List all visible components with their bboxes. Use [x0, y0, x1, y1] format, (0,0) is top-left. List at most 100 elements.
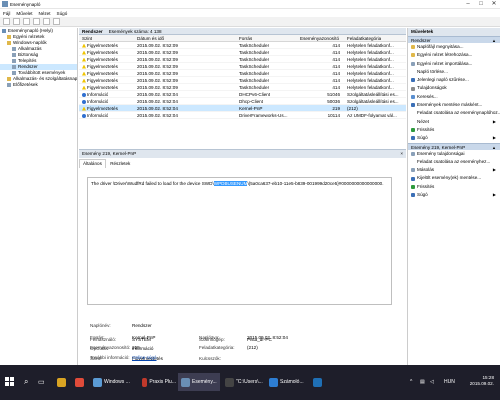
action-item[interactable]: Feladat csatolása az eseményhez...: [408, 158, 500, 166]
maximize-icon[interactable]: □: [475, 0, 487, 8]
forward-icon[interactable]: [13, 18, 20, 25]
cell-source: TaskScheduler: [239, 78, 270, 83]
tree-node-icon: [7, 77, 11, 81]
event-message[interactable]: The driver \Driver\WudfRd failed to load…: [87, 177, 392, 305]
message-text-start: The driver \Driver\WudfRd failed to load…: [91, 181, 214, 186]
warning-icon: [82, 71, 86, 76]
action-item[interactable]: Keresés...: [408, 93, 500, 101]
actions-group-log[interactable]: Rendszer ▲: [408, 36, 500, 43]
tree-node[interactable]: Előfizetések: [0, 82, 77, 88]
col-event-id[interactable]: Eseményazonosító: [300, 35, 339, 42]
action-item[interactable]: Másolás ▶: [408, 166, 500, 174]
opcode-label: OpCode:: [90, 346, 109, 351]
action-item[interactable]: Napló törlése...: [408, 68, 500, 76]
network-icon[interactable]: ▤: [420, 373, 425, 391]
input-language[interactable]: HUN: [444, 373, 455, 391]
table-row[interactable]: Információ 2015.09.02. 8:52:04 DHCPv6-Clie…: [79, 91, 406, 98]
menu-view[interactable]: Nézet: [39, 11, 51, 16]
action-item[interactable]: Naplófájl megnyitása...: [408, 43, 500, 51]
taskbar-app[interactable]: Számoló...: [266, 373, 308, 391]
table-row[interactable]: Figyelmeztetés 2015.09.02. 8:52:09 TaskSch…: [79, 42, 406, 49]
cell-id: 219: [332, 106, 340, 111]
action-item[interactable]: Feladat csatolása az eseménynaplóhoz...: [408, 109, 500, 117]
action-icon: [411, 160, 415, 164]
action-item[interactable]: Kijelölt esemény(ek) mentése...: [408, 174, 500, 182]
table-row[interactable]: Információ 2015.09.02. 8:52:04 Dhcp-Client…: [79, 98, 406, 105]
col-level[interactable]: Szint: [82, 35, 92, 42]
tray-arrow-icon[interactable]: ^: [410, 373, 412, 391]
action-label: Naplófájl megnyitása...: [417, 44, 464, 49]
action-item[interactable]: Egyéni nézet létrehozása...: [408, 51, 500, 59]
taskbar-app-label: Esemény...: [192, 379, 217, 385]
action-item[interactable]: Súgó ▶: [408, 191, 500, 199]
table-row[interactable]: Figyelmeztetés 2015.09.02. 8:52:09 TaskSch…: [79, 56, 406, 63]
menu-help[interactable]: Súgó: [57, 11, 68, 16]
action-item[interactable]: Frissítés: [408, 183, 500, 191]
cell-level: Figyelmeztetés: [82, 63, 118, 70]
cell-id: 414: [332, 50, 340, 55]
table-row[interactable]: Figyelmeztetés 2015.09.02. 8:52:09 TaskSch…: [79, 70, 406, 77]
action-item[interactable]: Tulajdonságok: [408, 84, 500, 92]
action-icon: [411, 53, 415, 58]
console-tree-icon[interactable]: [33, 18, 40, 25]
cell-level: Információ: [82, 112, 108, 119]
col-source[interactable]: Forrás: [239, 35, 252, 42]
help-icon[interactable]: [43, 18, 50, 25]
level-text: Figyelmeztetés: [87, 71, 118, 76]
taskbar-app[interactable]: [72, 373, 88, 391]
online-help-link[interactable]: Online súgó: [132, 355, 157, 360]
start-button[interactable]: [5, 377, 15, 387]
action-label: Események mentése másként...: [417, 102, 483, 108]
col-date[interactable]: Dátum és idő: [137, 35, 164, 42]
volume-icon[interactable]: ◁: [430, 373, 434, 391]
menu-file[interactable]: Fájl: [3, 11, 10, 16]
taskbar-app[interactable]: Windows ...: [90, 373, 137, 391]
action-item[interactable]: Egyéni nézet importálása...: [408, 60, 500, 68]
cell-date: 2015.09.02. 8:52:09: [137, 57, 178, 62]
cell-id: 414: [332, 43, 340, 48]
col-task-category[interactable]: Feladatkategória: [347, 35, 381, 42]
taskbar: ⌕ ▭ Windows ... Praxis Plu... Esemény... "C…: [0, 365, 500, 400]
taskbar-app[interactable]: [54, 373, 70, 391]
table-row[interactable]: Figyelmeztetés 2015.09.02. 8:52:04 Kernel-…: [79, 105, 406, 112]
clock[interactable]: 15:28 2015.09.02.: [470, 375, 494, 387]
cell-source: TaskScheduler: [239, 50, 270, 55]
table-row[interactable]: Információ 2015.09.02. 8:52:04 DriverFrame…: [79, 112, 406, 119]
taskbar-app[interactable]: Esemény...: [178, 373, 220, 391]
action-item[interactable]: Esemény tulajdonságai: [408, 150, 500, 158]
properties-icon[interactable]: [53, 18, 60, 25]
table-row[interactable]: Figyelmeztetés 2015.09.02. 8:52:09 TaskSch…: [79, 77, 406, 84]
minimize-icon[interactable]: –: [462, 0, 474, 8]
cell-date: 2015.09.02. 8:52:09: [137, 78, 178, 83]
cell-task: Szolgáltatásleállítási es...: [347, 92, 399, 97]
action-icon: [411, 119, 415, 124]
cell-level: Információ: [82, 91, 108, 98]
message-selection: WPDBUSENUM: [213, 181, 248, 186]
level-text: Figyelmeztetés: [87, 106, 118, 111]
action-item[interactable]: Frissítés: [408, 126, 500, 134]
level-text: Figyelmeztetés: [87, 50, 118, 55]
action-item[interactable]: Események mentése másként...: [408, 101, 500, 109]
app-icon: [269, 377, 278, 387]
taskbar-app[interactable]: [310, 373, 326, 391]
actions-group-event[interactable]: Esemény 219, Kernel-PnP ▲: [408, 142, 500, 150]
back-icon[interactable]: [3, 18, 10, 25]
table-row[interactable]: Figyelmeztetés 2015.09.02. 8:52:09 TaskSch…: [79, 49, 406, 56]
folder-icon[interactable]: [23, 18, 30, 25]
tab-details[interactable]: Részletek: [107, 160, 133, 168]
action-item[interactable]: Jelenlegi napló szűrése...: [408, 76, 500, 84]
action-item[interactable]: Súgó ▶: [408, 134, 500, 142]
menu-action[interactable]: Művelet: [16, 11, 32, 16]
table-row[interactable]: Figyelmeztetés 2015.09.02. 8:52:09 TaskSch…: [79, 63, 406, 70]
search-icon[interactable]: ⌕: [24, 373, 28, 391]
close-icon[interactable]: ×: [400, 150, 403, 158]
taskbar-app[interactable]: "C:\Users\...: [222, 373, 264, 391]
taskbar-app[interactable]: Praxis Plu...: [139, 373, 176, 391]
close-icon[interactable]: ✕: [488, 0, 500, 8]
tab-general[interactable]: Általános: [79, 159, 106, 168]
task-view-icon[interactable]: ▭: [38, 373, 45, 391]
warning-icon: [82, 106, 86, 111]
table-row[interactable]: Figyelmeztetés 2015.09.02. 8:52:09 TaskSch…: [79, 84, 406, 91]
warning-icon: [82, 57, 86, 62]
action-item[interactable]: Nézet ▶: [408, 118, 500, 126]
